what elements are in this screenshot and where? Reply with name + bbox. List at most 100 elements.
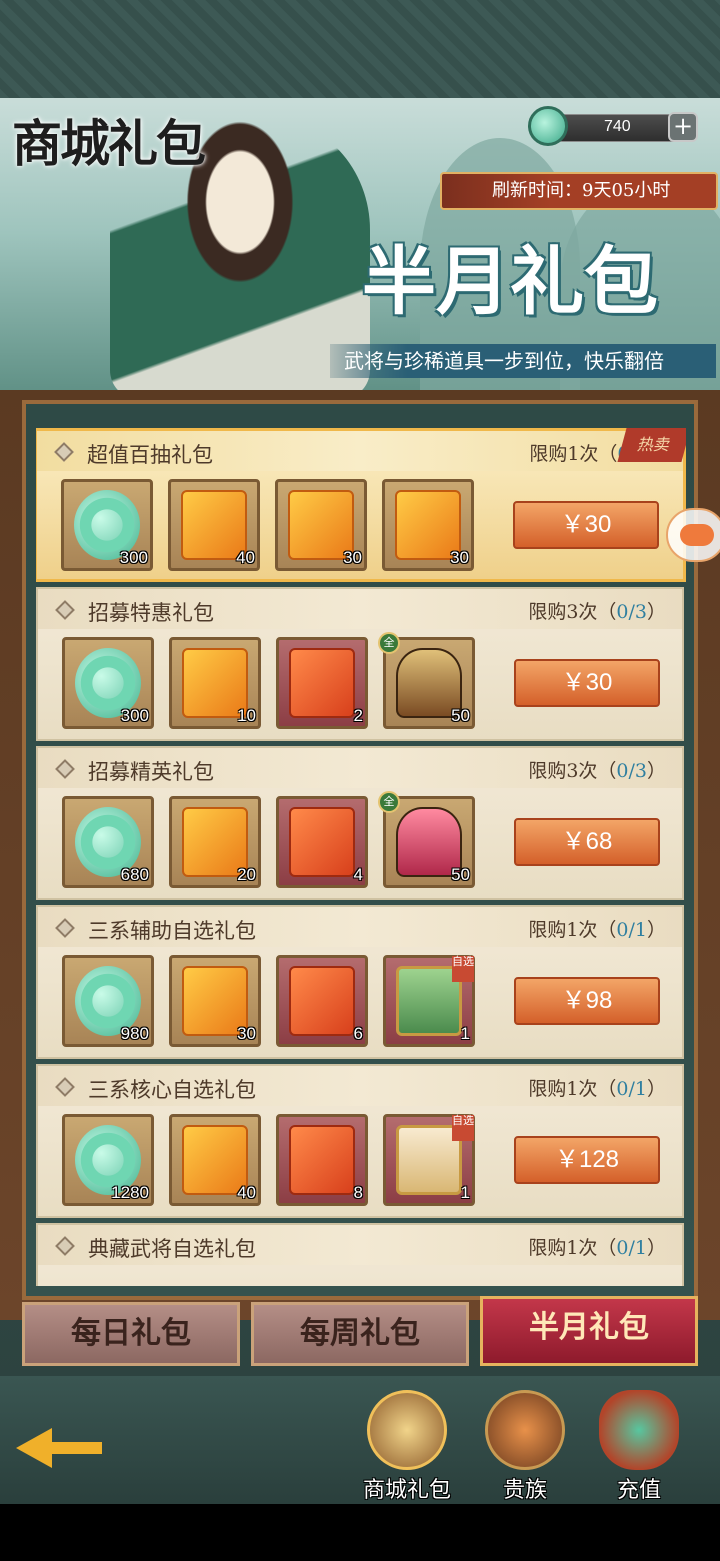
package-name: 招募特惠礼包 [88, 601, 214, 625]
purchase-limit: 限购3次（0/3） [528, 756, 666, 783]
reward-item[interactable]: 30 [382, 479, 474, 571]
buy-button[interactable]: ￥128 [514, 1136, 660, 1184]
reward-item[interactable]: 980 [62, 955, 154, 1047]
item-quantity: 6 [353, 1024, 363, 1043]
back-arrow-icon [16, 1428, 52, 1468]
limit-count: 0/1 [616, 919, 647, 941]
limit-close: ） [646, 760, 666, 782]
reward-item[interactable]: 1280 [62, 1114, 154, 1206]
limit-close: ） [646, 1078, 666, 1100]
limit-close: ） [646, 601, 666, 623]
limit-text: 限购1次（ [528, 1078, 617, 1100]
package-list[interactable]: 超值百抽礼包限购1次（0/1）热卖300403030￥30招募特惠礼包限购3次（… [36, 428, 686, 1286]
buy-button[interactable]: ￥98 [514, 977, 660, 1025]
limit-text: 限购3次（ [528, 601, 617, 623]
universal-badge: 全 [378, 791, 400, 813]
red-token-icon [289, 966, 355, 1036]
item-quantity: 20 [237, 865, 256, 884]
buy-button[interactable]: ￥30 [513, 501, 659, 549]
item-quantity: 30 [343, 548, 362, 567]
banner-slogan: 武将与珍稀道具一步到位，快乐翻倍 [330, 344, 716, 378]
item-quantity: 300 [119, 548, 148, 567]
add-currency-button[interactable]: + [668, 112, 698, 142]
currency-display: 740 + [528, 106, 700, 146]
item-quantity: 980 [120, 1024, 149, 1043]
package-name: 三系核心自选礼包 [88, 1078, 256, 1102]
nav-label: 贵族 [502, 1478, 547, 1503]
back-arrow-shaft [48, 1442, 102, 1454]
money-bag-icon [599, 1390, 679, 1470]
reward-item[interactable]: 全 50 [378, 791, 475, 888]
tab-half-month[interactable]: 半月礼包 [480, 1296, 698, 1366]
noble-emblem-icon [485, 1390, 565, 1470]
reward-item[interactable]: 40 [168, 479, 260, 571]
reward-item[interactable]: 4 [276, 796, 368, 888]
limit-count: 0/1 [616, 1078, 647, 1100]
nav-noble[interactable]: 贵族 [470, 1390, 580, 1503]
package-card: 典藏武将自选礼包 限购1次（0/1） [36, 1223, 684, 1286]
tab-daily[interactable]: 每日礼包 [22, 1302, 240, 1366]
red-token-icon [289, 1125, 355, 1195]
floating-gamepad-button[interactable] [666, 508, 720, 562]
reward-item[interactable]: 6 [276, 955, 368, 1047]
reward-item[interactable]: 2 [276, 637, 368, 729]
reward-item[interactable]: 全 50 [378, 632, 475, 729]
limit-close: ） [646, 919, 666, 941]
gamepad-icon [680, 524, 714, 546]
banner-title: 半月礼包 [362, 239, 658, 325]
purchase-limit: 限购3次（0/3） [528, 597, 666, 624]
item-quantity: 300 [120, 706, 149, 725]
selectable-tag: 自选 [452, 1115, 474, 1141]
nav-recharge[interactable]: 充值 [584, 1390, 694, 1503]
limit-text: 限购3次（ [528, 760, 617, 782]
package-card: 招募精英礼包 限购3次（0/3） 680 20 4 全 50 ￥68 [36, 746, 684, 900]
item-quantity: 30 [450, 548, 469, 567]
item-quantity: 8 [353, 1183, 363, 1202]
reward-item[interactable]: 30 [169, 955, 261, 1047]
item-quantity: 680 [120, 865, 149, 884]
reward-item[interactable]: 8 [276, 1114, 368, 1206]
purchase-limit: 限购1次（0/1） [528, 1233, 666, 1260]
reward-item[interactable]: 680 [62, 796, 154, 888]
reward-item[interactable]: 300 [62, 637, 154, 729]
package-card: 超值百抽礼包限购1次（0/1）热卖300403030￥30 [36, 428, 686, 582]
buy-button[interactable]: ￥68 [514, 818, 660, 866]
purchase-limit: 限购1次（0/1） [528, 1074, 666, 1101]
package-tabs: 每日礼包 每周礼包 半月礼包 [0, 1296, 720, 1376]
limit-text: 限购1次（ [528, 1237, 617, 1259]
item-quantity: 40 [237, 1183, 256, 1202]
item-quantity: 30 [237, 1024, 256, 1043]
reward-item[interactable]: 40 [169, 1114, 261, 1206]
item-quantity: 10 [237, 706, 256, 725]
tab-weekly[interactable]: 每周礼包 [251, 1302, 469, 1366]
item-quantity: 1 [460, 1024, 470, 1043]
limit-count: 0/3 [616, 601, 647, 623]
purchase-limit: 限购1次（0/1） [528, 915, 666, 942]
nav-shop-gift[interactable]: 商城礼包 [352, 1390, 462, 1503]
limit-text: 限购1次（ [528, 919, 617, 941]
buy-button[interactable]: ￥30 [514, 659, 660, 707]
reward-item[interactable]: 10 [169, 637, 261, 729]
reward-item[interactable]: 30 [275, 479, 367, 571]
jade-icon [528, 106, 568, 146]
limit-close: ） [646, 1237, 666, 1259]
red-token-icon [289, 648, 355, 718]
package-card: 三系辅助自选礼包 限购1次（0/1） 980 30 6 自选 1 ￥98 [36, 905, 684, 1059]
shop-title: 商城礼包 [12, 114, 206, 173]
back-button[interactable] [10, 1414, 106, 1478]
package-name: 超值百抽礼包 [87, 443, 213, 467]
limit-count: 0/1 [616, 1237, 647, 1259]
package-card: 三系核心自选礼包 限购1次（0/1） 1280 40 8 自选 1 ￥128 [36, 1064, 684, 1218]
item-quantity: 1280 [111, 1183, 149, 1202]
hot-badge: 热卖 [617, 428, 686, 462]
reward-item[interactable]: 自选 1 [383, 955, 475, 1047]
limit-text: 限购1次（ [529, 443, 618, 465]
package-name: 三系辅助自选礼包 [88, 919, 256, 943]
currency-value: 740 [604, 118, 631, 135]
reward-item[interactable]: 自选 1 [383, 1114, 475, 1206]
refresh-timer: 刷新时间：9天05小时 [440, 172, 718, 210]
reward-item[interactable]: 20 [169, 796, 261, 888]
reward-item[interactable]: 300 [61, 479, 153, 571]
item-quantity: 50 [451, 865, 470, 884]
shop-chest-icon [367, 1390, 447, 1470]
